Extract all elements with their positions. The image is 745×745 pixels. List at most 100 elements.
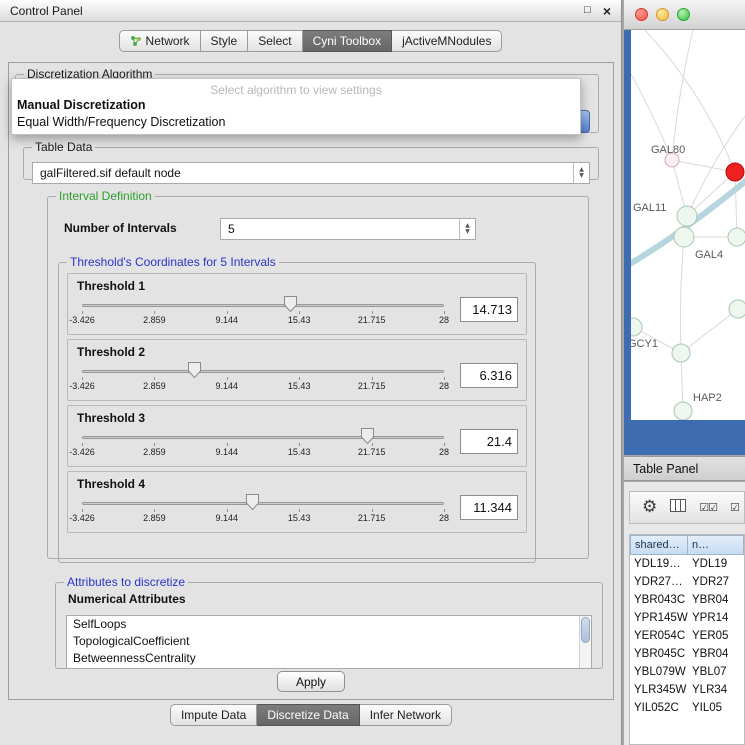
table-cell: YBR043C xyxy=(630,594,688,606)
table-row[interactable]: YLR345WYLR34 xyxy=(630,681,744,699)
tick-label: 21.715 xyxy=(358,513,386,523)
attribute-items: SelfLoopsTopologicalCoefficientBetweenne… xyxy=(67,616,591,667)
tab-cyni-toolbox[interactable]: Cyni Toolbox xyxy=(303,30,392,52)
table-cell: YER054C xyxy=(630,630,688,642)
dropdown-option-equal-width-frequency[interactable]: Equal Width/Frequency Discretization xyxy=(12,113,580,130)
tick-mark xyxy=(227,509,228,512)
select-rows-icon[interactable]: ☑ xyxy=(730,502,739,513)
tab-style[interactable]: Style xyxy=(201,30,249,52)
slider-thumb[interactable] xyxy=(361,428,374,444)
slider-track[interactable] xyxy=(82,304,444,307)
mac-close-button[interactable] xyxy=(635,8,648,21)
tab-select[interactable]: Select xyxy=(248,30,302,52)
table-row[interactable]: YPR145WYPR14 xyxy=(630,609,744,627)
network-node[interactable] xyxy=(729,300,745,318)
network-edge[interactable] xyxy=(681,309,738,353)
node-table: shared…n… YDL19…YDL19YDR27…YDR27YBR043CY… xyxy=(629,534,745,745)
network-edge[interactable] xyxy=(672,160,735,172)
list-scrollbar-thumb[interactable] xyxy=(581,617,590,643)
tab-impute-data[interactable]: Impute Data xyxy=(170,704,257,726)
table-data-combobox[interactable]: galFiltered.sif default node ▲ ▼ xyxy=(32,162,590,184)
columns-icon[interactable] xyxy=(670,499,686,516)
select-columns-icon[interactable]: ☑☑ xyxy=(699,502,717,513)
column-header[interactable]: shared… xyxy=(630,535,688,555)
settings-gear-icon[interactable]: ⚙ xyxy=(642,499,657,516)
network-icon xyxy=(130,35,142,47)
combobox-stepper-icon[interactable]: ▲ ▼ xyxy=(459,219,475,239)
tick-label: 28 xyxy=(439,513,449,523)
attribute-list-item[interactable]: SelfLoops xyxy=(67,616,591,633)
slider-thumb[interactable] xyxy=(188,362,201,378)
tab-label: Style xyxy=(211,34,238,48)
network-node-selected[interactable] xyxy=(726,163,744,181)
threshold-value-field[interactable]: 11.344 xyxy=(460,495,518,520)
table-panel-titlebar: Table Panel xyxy=(624,456,745,481)
threshold-slider[interactable]: -3.4262.8599.14415.4321.71528 xyxy=(82,295,444,333)
attribute-list-item[interactable]: BetweennessCentrality xyxy=(67,650,591,667)
table-cell: YDL19 xyxy=(688,558,744,570)
slider-track[interactable] xyxy=(82,370,444,373)
network-node[interactable] xyxy=(674,227,694,247)
float-window-icon[interactable]: □ xyxy=(584,5,591,16)
tick-label: 15.43 xyxy=(288,513,311,523)
network-edge[interactable] xyxy=(735,172,737,237)
tick-mark xyxy=(154,377,155,380)
tick-label: 28 xyxy=(439,315,449,325)
network-node[interactable] xyxy=(672,344,690,362)
number-of-intervals-combobox[interactable]: 5 ▲ ▼ xyxy=(220,218,476,240)
threshold-value-field[interactable]: 21.4 xyxy=(460,429,518,454)
tick-label: 2.859 xyxy=(143,447,166,457)
threshold-slider[interactable]: -3.4262.8599.14415.4321.71528 xyxy=(82,493,444,531)
slider-thumb[interactable] xyxy=(284,296,297,312)
table-row[interactable]: YBL079WYBL07 xyxy=(630,663,744,681)
table-row[interactable]: YDR27…YDR27 xyxy=(630,573,744,591)
threshold-slider[interactable]: -3.4262.8599.14415.4321.71528 xyxy=(82,427,444,465)
network-node[interactable] xyxy=(674,402,692,420)
column-header[interactable]: n… xyxy=(688,535,744,555)
tick-label: 15.43 xyxy=(288,315,311,325)
threshold-value-field[interactable]: 14.713 xyxy=(460,297,518,322)
tab-jactivemnodules[interactable]: jActiveMNodules xyxy=(392,30,502,52)
slider-track[interactable] xyxy=(82,502,444,505)
tab-infer-network[interactable]: Infer Network xyxy=(360,704,452,726)
table-row[interactable]: YER054CYER05 xyxy=(630,627,744,645)
network-node[interactable] xyxy=(728,228,745,246)
tab-label: Select xyxy=(258,34,291,48)
numerical-attributes-label: Numerical Attributes xyxy=(68,592,602,606)
network-node[interactable] xyxy=(677,206,697,226)
node-label: GCY1 xyxy=(631,338,658,350)
node-label: GAL80 xyxy=(651,144,685,156)
threshold-slider[interactable]: -3.4262.8599.14415.4321.71528 xyxy=(82,361,444,399)
table-row[interactable]: YDL19…YDL19 xyxy=(630,555,744,573)
network-node[interactable] xyxy=(631,318,642,336)
dropdown-placeholder: Select algorithm to view settings xyxy=(12,79,580,96)
dropdown-option-manual-discretization[interactable]: Manual Discretization xyxy=(12,96,580,113)
numerical-attributes-list[interactable]: SelfLoopsTopologicalCoefficientBetweenne… xyxy=(66,615,592,669)
node-label: HAP2 xyxy=(693,392,722,404)
table-row[interactable]: YIL052CYIL05 xyxy=(630,699,744,717)
table-row[interactable]: YBR045CYBR04 xyxy=(630,645,744,663)
table-row[interactable]: YBR043CYBR04 xyxy=(630,591,744,609)
tick-mark xyxy=(299,509,300,512)
interval-definition-group: Interval Definition Number of Intervals … xyxy=(47,189,589,559)
table-cell: YPR14 xyxy=(688,612,744,624)
mac-minimize-button[interactable] xyxy=(656,8,669,21)
attributes-group-title: Attributes to discretize xyxy=(64,575,188,589)
close-window-icon[interactable]: × xyxy=(603,4,611,18)
tab-network[interactable]: Network xyxy=(119,30,201,52)
network-edge[interactable] xyxy=(680,237,684,353)
combobox-stepper-icon[interactable]: ▲ ▼ xyxy=(573,163,589,183)
apply-button[interactable]: Apply xyxy=(277,671,345,692)
tab-discretize-data[interactable]: Discretize Data xyxy=(257,704,359,726)
network-edge[interactable] xyxy=(672,30,693,160)
slider-thumb[interactable] xyxy=(246,494,259,510)
attribute-list-item[interactable]: TopologicalCoefficient xyxy=(67,633,591,650)
slider-track[interactable] xyxy=(82,436,444,439)
tick-mark xyxy=(227,311,228,314)
threshold-value-field[interactable]: 6.316 xyxy=(460,363,518,388)
list-scrollbar[interactable] xyxy=(579,616,591,669)
mac-zoom-button[interactable] xyxy=(677,8,690,21)
table-cell: YLR34 xyxy=(688,684,744,696)
network-canvas[interactable]: GAL80GAL11GAL4GCY1HAP2 xyxy=(631,30,745,420)
threshold-block-1: Threshold 1-3.4262.8599.14415.4321.71528… xyxy=(67,273,527,335)
